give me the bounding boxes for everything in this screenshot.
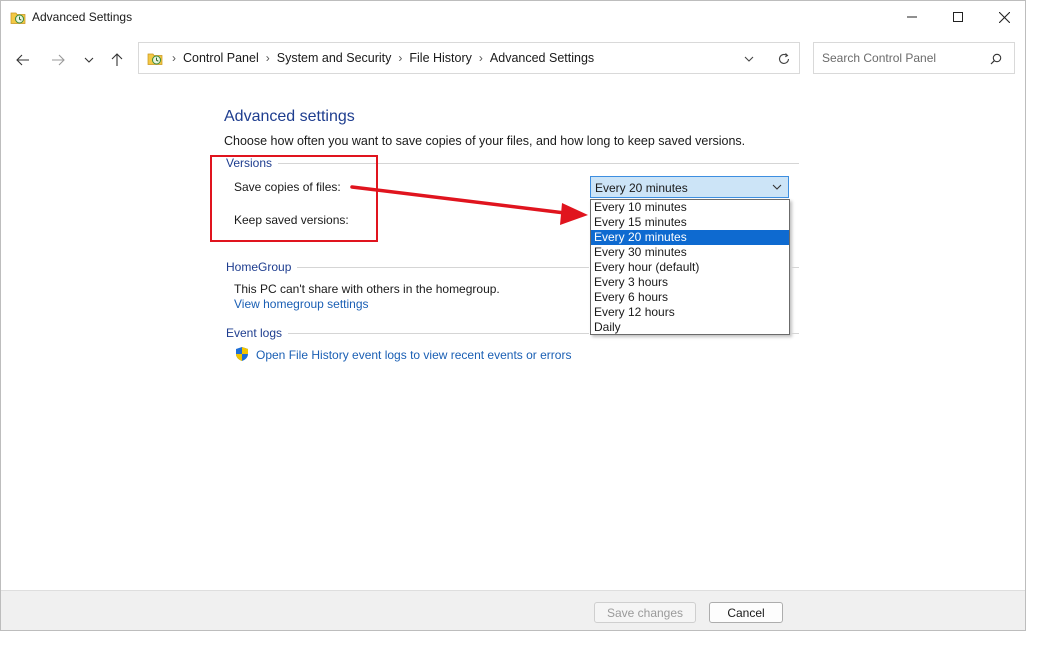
address-history-button[interactable] [741, 51, 757, 67]
chevron-right-icon: › [172, 51, 176, 65]
save-changes-button[interactable]: Save changes [594, 602, 696, 623]
recent-locations-button[interactable] [78, 49, 100, 71]
annotation-highlight-box [210, 155, 378, 242]
option-every-15-minutes[interactable]: Every 15 minutes [591, 215, 789, 230]
option-every-10-minutes[interactable]: Every 10 minutes [591, 200, 789, 215]
file-history-icon [147, 53, 163, 65]
search-input[interactable] [822, 50, 982, 66]
window-title: Advanced Settings [32, 10, 133, 24]
option-every-20-minutes[interactable]: Every 20 minutes [591, 230, 789, 245]
chevron-down-icon [744, 56, 754, 62]
option-every-3-hours[interactable]: Every 3 hours [591, 275, 789, 290]
footer-bar: Save changes Cancel [1, 590, 1025, 630]
close-icon [998, 11, 1010, 23]
eventlogs-group-label: Event logs [226, 326, 289, 340]
homegroup-group-label: HomeGroup [226, 260, 298, 274]
search-box[interactable] [813, 42, 1015, 74]
maximize-button[interactable] [935, 1, 981, 33]
arrow-up-icon [111, 53, 123, 66]
chevron-right-icon: › [265, 51, 270, 65]
save-frequency-dropdown: Every 10 minutes Every 15 minutes Every … [590, 199, 790, 335]
minimize-button[interactable] [889, 1, 935, 33]
maximize-icon [953, 12, 963, 22]
chevron-right-icon: › [478, 51, 483, 65]
breadcrumb-advanced-settings[interactable]: Advanced Settings [490, 51, 594, 65]
chevron-down-icon [771, 181, 783, 193]
option-every-12-hours[interactable]: Every 12 hours [591, 305, 789, 320]
close-button[interactable] [981, 1, 1025, 33]
page-description: Choose how often you want to save copies… [224, 134, 746, 148]
search-icon[interactable] [988, 51, 1004, 67]
up-button[interactable] [106, 49, 128, 71]
option-every-30-minutes[interactable]: Every 30 minutes [591, 245, 789, 260]
option-daily[interactable]: Daily [591, 320, 789, 335]
homegroup-divider-end [791, 267, 799, 268]
file-history-icon [10, 12, 26, 24]
navigation-bar: › Control Panel › System and Security › … [1, 39, 1025, 79]
back-button[interactable] [12, 49, 34, 71]
breadcrumb-control-panel[interactable]: Control Panel [183, 51, 259, 65]
chevron-down-icon [84, 57, 94, 63]
open-event-logs-link[interactable]: Open File History event logs to view rec… [256, 348, 571, 362]
address-bar[interactable]: › Control Panel › System and Security › … [138, 42, 800, 74]
option-every-6-hours[interactable]: Every 6 hours [591, 290, 789, 305]
breadcrumb-system-and-security[interactable]: System and Security [277, 51, 392, 65]
page-title: Advanced settings [224, 108, 355, 125]
homegroup-status-text: This PC can't share with others in the h… [234, 282, 500, 296]
arrow-left-icon [16, 54, 29, 66]
chevron-right-icon: › [398, 51, 403, 65]
save-frequency-select[interactable]: Every 20 minutes [590, 176, 789, 198]
forward-button[interactable] [47, 49, 69, 71]
arrow-right-icon [52, 54, 65, 66]
refresh-icon [778, 53, 790, 64]
uac-shield-icon [236, 347, 248, 361]
cancel-button[interactable]: Cancel [709, 602, 783, 623]
breadcrumb-file-history[interactable]: File History [409, 51, 472, 65]
refresh-button[interactable] [775, 50, 793, 68]
save-frequency-value: Every 20 minutes [595, 181, 688, 195]
view-homegroup-settings-link[interactable]: View homegroup settings [234, 297, 369, 311]
window: Advanced Settings › Control Panel › Syst… [0, 0, 1026, 631]
breadcrumb: › Control Panel › System and Security › … [165, 51, 594, 65]
eventlogs-divider-end [791, 333, 799, 334]
minimize-icon [907, 16, 917, 18]
title-bar: Advanced Settings [1, 1, 1025, 33]
option-every-hour[interactable]: Every hour (default) [591, 260, 789, 275]
